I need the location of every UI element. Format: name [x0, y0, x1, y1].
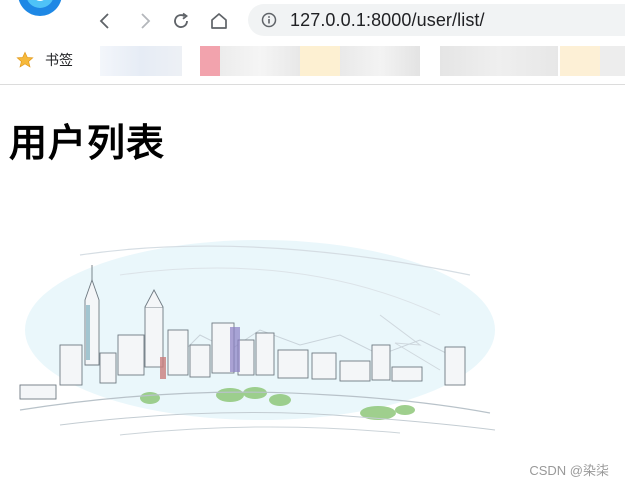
- bookmarks-label[interactable]: 书签: [45, 50, 73, 70]
- browser-toolbar: 127.0.0.1:8000/user/list/: [0, 0, 625, 42]
- forward-icon: [141, 13, 151, 29]
- forward-button[interactable]: [132, 8, 158, 34]
- blurred-bookmark[interactable]: [300, 46, 340, 76]
- home-button[interactable]: [206, 8, 232, 34]
- blurred-bookmark[interactable]: [100, 46, 182, 76]
- back-button[interactable]: [92, 8, 118, 34]
- blurred-bookmark[interactable]: [200, 46, 220, 76]
- page-content: 用户列表 CSDN @染柒: [0, 85, 625, 489]
- info-icon[interactable]: [261, 12, 277, 28]
- url-text[interactable]: 127.0.0.1:8000/user/list/: [290, 10, 485, 31]
- blurred-bookmark[interactable]: [440, 46, 558, 76]
- browser-chrome: 127.0.0.1:8000/user/list/ 书签: [0, 0, 625, 85]
- page-title: 用户列表: [9, 121, 166, 165]
- browser-logo-icon[interactable]: [18, 0, 68, 20]
- blurred-bookmark[interactable]: [340, 46, 420, 76]
- reload-button[interactable]: [168, 8, 194, 34]
- blurred-bookmark[interactable]: [560, 46, 600, 76]
- home-icon: [211, 13, 227, 29]
- blurred-bookmark[interactable]: [220, 46, 300, 76]
- reload-icon: [174, 12, 188, 28]
- back-icon: [99, 13, 109, 29]
- address-bar[interactable]: 127.0.0.1:8000/user/list/: [248, 4, 625, 36]
- watermark: CSDN @染柒: [529, 463, 609, 478]
- blurred-bookmark[interactable]: [600, 46, 625, 76]
- city-skyline-illustration: [19, 240, 496, 436]
- star-icon: [16, 51, 34, 68]
